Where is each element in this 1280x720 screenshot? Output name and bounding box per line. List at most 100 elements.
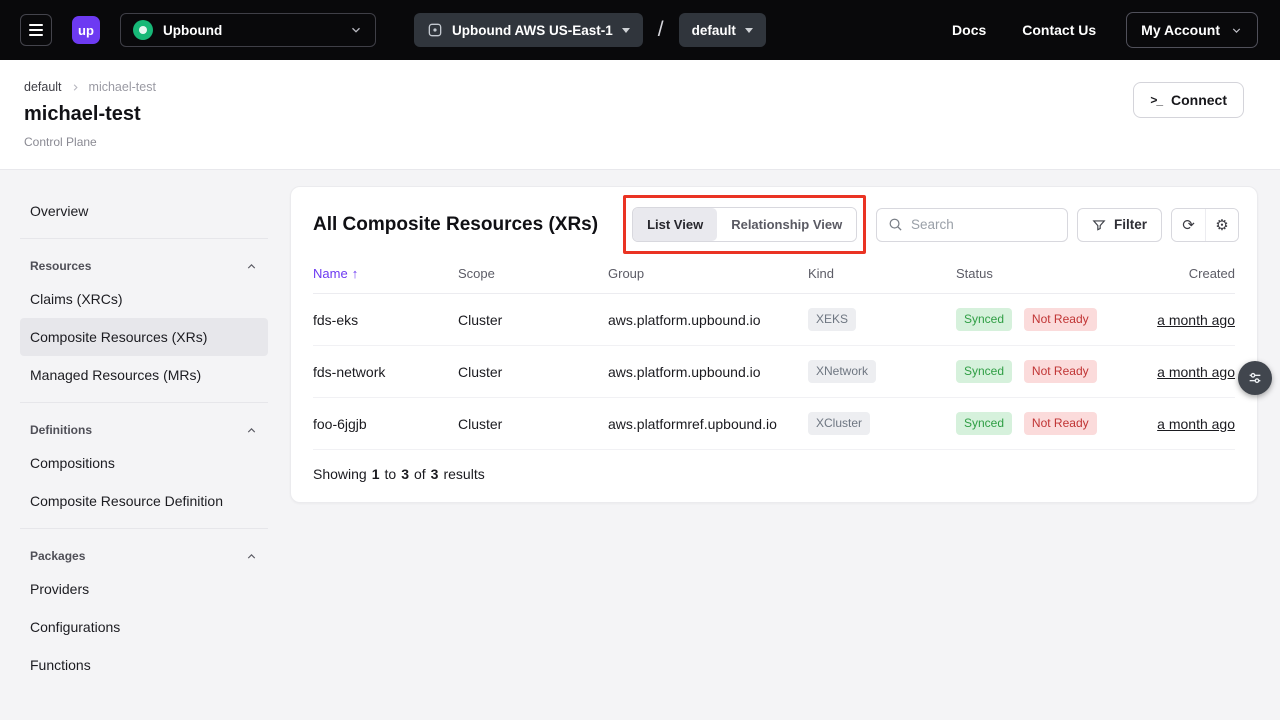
column-header-scope[interactable]: Scope <box>458 260 608 294</box>
synced-badge: Synced <box>956 412 1012 435</box>
control-plane-selector[interactable]: Upbound AWS US-East-1 <box>414 13 643 47</box>
content-card: All Composite Resources (XRs) List View … <box>290 186 1258 503</box>
list-view-button[interactable]: List View <box>633 208 717 241</box>
group-name: default <box>692 23 736 38</box>
column-label: Kind <box>808 266 834 281</box>
synced-badge: Synced <box>956 308 1012 331</box>
nav-link-contact-us[interactable]: Contact Us <box>1022 22 1096 38</box>
cell-created: a month ago <box>1142 346 1235 398</box>
created-link[interactable]: a month ago <box>1157 312 1235 328</box>
nav-link-docs[interactable]: Docs <box>952 22 986 38</box>
cell-name: foo-6jgjb <box>313 398 458 450</box>
page-title: michael-test <box>24 103 156 126</box>
summary-total: 3 <box>431 466 439 482</box>
cell-name: fds-network <box>313 346 458 398</box>
org-selector[interactable]: Upbound <box>120 13 376 47</box>
sidebar-item-composite-resource-definition[interactable]: Composite Resource Definition <box>20 482 268 520</box>
table-row[interactable]: fds-eks Cluster aws.platform.upbound.io … <box>313 294 1235 346</box>
page-body: Overview Resources Claims (XRCs) Composi… <box>0 170 1280 684</box>
sidebar-item-overview[interactable]: Overview <box>20 192 268 230</box>
sliders-icon <box>1247 370 1263 386</box>
chevron-down-icon <box>1230 24 1243 37</box>
caret-down-icon <box>745 28 753 33</box>
kind-badge: XEKS <box>808 308 856 331</box>
filter-label: Filter <box>1114 217 1147 232</box>
created-link[interactable]: a month ago <box>1157 416 1235 432</box>
table-actions: ⟳ ⚙ <box>1171 208 1239 242</box>
path-separator: / <box>658 18 664 42</box>
chevron-up-icon <box>245 260 258 273</box>
cell-status: Synced Not Ready <box>956 346 1142 398</box>
sidebar-item-configurations[interactable]: Configurations <box>20 608 268 646</box>
connect-label: Connect <box>1171 92 1227 108</box>
table-row[interactable]: foo-6jgjb Cluster aws.platformref.upboun… <box>313 398 1235 450</box>
cell-status: Synced Not Ready <box>956 398 1142 450</box>
search-input[interactable] <box>911 217 1056 232</box>
control-plane-name: Upbound AWS US-East-1 <box>452 23 613 38</box>
cell-group: aws.platformref.upbound.io <box>608 398 808 450</box>
org-icon <box>133 20 153 40</box>
sidebar-section-definitions[interactable]: Definitions <box>20 411 268 444</box>
filter-button[interactable]: Filter <box>1077 208 1162 242</box>
sidebar-divider <box>20 238 268 239</box>
not-ready-badge: Not Ready <box>1024 412 1097 435</box>
cell-scope: Cluster <box>458 294 608 346</box>
sidebar-item-functions[interactable]: Functions <box>20 646 268 684</box>
refresh-button[interactable]: ⟳ <box>1172 209 1205 241</box>
synced-badge: Synced <box>956 360 1012 383</box>
my-account-button[interactable]: My Account <box>1126 12 1258 48</box>
chevron-right-icon <box>70 82 81 93</box>
hamburger-menu-button[interactable] <box>20 14 52 46</box>
summary-from: 1 <box>372 466 380 482</box>
section-label: Definitions <box>30 423 92 437</box>
sidebar-item-compositions[interactable]: Compositions <box>20 444 268 482</box>
chevron-up-icon <box>245 424 258 437</box>
section-label: Packages <box>30 549 85 563</box>
cell-kind: XCluster <box>808 398 956 450</box>
cell-created: a month ago <box>1142 294 1235 346</box>
upbound-logo[interactable]: up <box>72 16 100 44</box>
column-header-created[interactable]: Created <box>1142 260 1235 294</box>
group-selector[interactable]: default <box>679 13 766 47</box>
hamburger-icon <box>29 24 43 26</box>
column-header-group[interactable]: Group <box>608 260 808 294</box>
sidebar-item-composite-resources[interactable]: Composite Resources (XRs) <box>20 318 268 356</box>
column-header-name[interactable]: Name↑ <box>313 260 458 294</box>
table-row[interactable]: fds-network Cluster aws.platform.upbound… <box>313 346 1235 398</box>
settings-button[interactable]: ⚙ <box>1205 209 1238 241</box>
connect-button[interactable]: >_ Connect <box>1133 82 1244 118</box>
sidebar-divider <box>20 402 268 403</box>
kind-badge: XNetwork <box>808 360 876 383</box>
sidebar-item-claims[interactable]: Claims (XRCs) <box>20 280 268 318</box>
refresh-icon: ⟳ <box>1182 216 1195 234</box>
relationship-view-button[interactable]: Relationship View <box>717 208 856 241</box>
breadcrumb: default michael-test <box>24 80 156 94</box>
column-header-kind[interactable]: Kind <box>808 260 956 294</box>
sidebar-section-resources[interactable]: Resources <box>20 247 268 280</box>
sidebar-divider <box>20 528 268 529</box>
summary-text: Showing <box>313 466 367 482</box>
terminal-icon: >_ <box>1150 93 1162 107</box>
column-label: Group <box>608 266 644 281</box>
cell-group: aws.platform.upbound.io <box>608 346 808 398</box>
filter-icon <box>1092 218 1106 232</box>
floating-widget-button[interactable] <box>1238 361 1272 395</box>
topbar: up Upbound Upbound AWS US-East-1 / defau… <box>0 0 1280 60</box>
kind-badge: XCluster <box>808 412 870 435</box>
cell-group: aws.platform.upbound.io <box>608 294 808 346</box>
sidebar-item-providers[interactable]: Providers <box>20 570 268 608</box>
sidebar-section-packages[interactable]: Packages <box>20 537 268 570</box>
column-header-status[interactable]: Status <box>956 260 1142 294</box>
chevron-up-icon <box>245 550 258 563</box>
breadcrumb-root[interactable]: default <box>24 80 62 94</box>
cell-scope: Cluster <box>458 398 608 450</box>
created-link[interactable]: a month ago <box>1157 364 1235 380</box>
page-subtitle: Control Plane <box>24 135 156 149</box>
table-header-row: Name↑ Scope Group Kind Status Created <box>313 260 1235 294</box>
search-box[interactable] <box>876 208 1068 242</box>
settings-icon: ⚙ <box>1215 216 1228 234</box>
column-label: Status <box>956 266 993 281</box>
page-header-left: default michael-test michael-test Contro… <box>24 80 156 149</box>
sidebar: Overview Resources Claims (XRCs) Composi… <box>20 186 268 684</box>
sidebar-item-managed-resources[interactable]: Managed Resources (MRs) <box>20 356 268 394</box>
